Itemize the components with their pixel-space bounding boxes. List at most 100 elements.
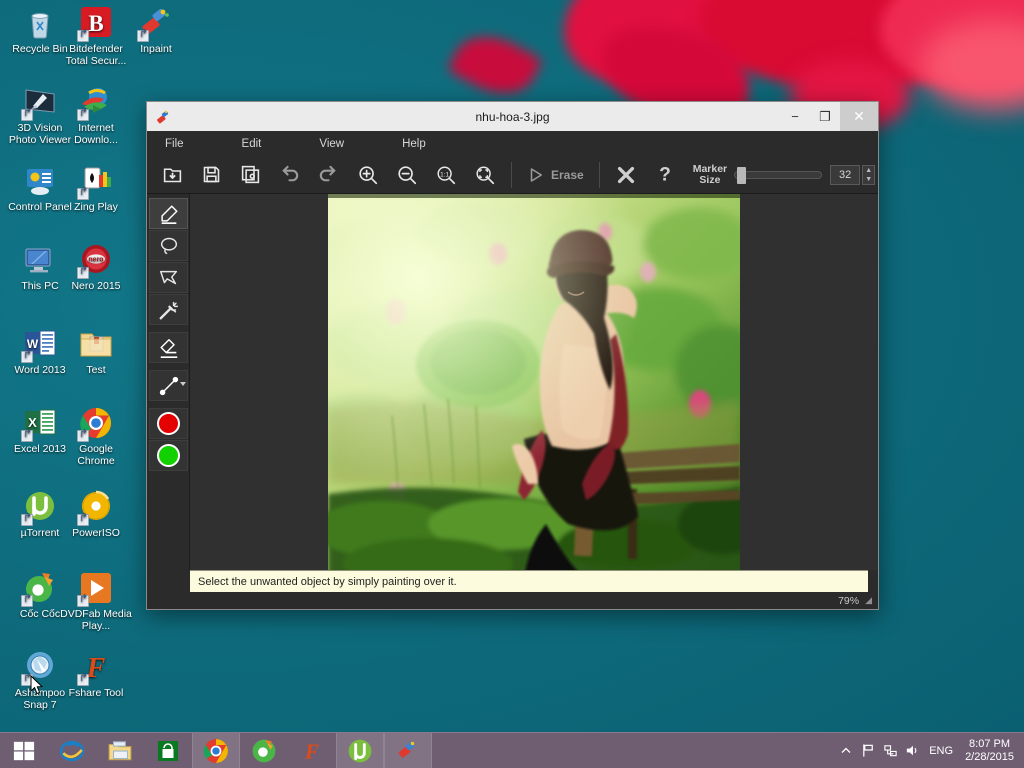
desktop-icon-nero-2015[interactable]: nero Nero 2015 — [60, 243, 132, 293]
desktop-icon-label: PowerISO — [72, 527, 120, 539]
language-indicator[interactable]: ENG — [923, 745, 959, 757]
flag-icon — [862, 744, 873, 757]
line-tool[interactable] — [149, 370, 188, 401]
work-area[interactable] — [147, 194, 878, 570]
svg-text:F: F — [304, 741, 319, 763]
shortcut-overlay-icon — [77, 513, 89, 526]
erase-button-label: Erase — [551, 167, 584, 182]
red-circle-icon — [157, 412, 180, 435]
volume-button[interactable] — [901, 743, 923, 758]
erase-button[interactable]: Erase — [519, 160, 592, 190]
marker-size-input[interactable]: 32 — [830, 164, 861, 185]
polygon-lasso-tool[interactable] — [149, 262, 188, 293]
undo-button[interactable] — [274, 160, 305, 190]
shortcut-overlay-icon — [77, 594, 89, 607]
window-title: nhu-hoa-3.jpg — [475, 109, 550, 124]
marker-size-slider[interactable] — [734, 166, 823, 184]
help-button[interactable]: ? — [650, 160, 681, 190]
marker-size-stepper[interactable]: ▲ ▼ — [862, 164, 876, 185]
save-as-button[interactable] — [235, 160, 266, 190]
desktop-icon-poweriso[interactable]: PowerISO — [60, 490, 132, 540]
desktop-icon-dvdfab-media-player[interactable]: DVDFab Media Play... — [60, 571, 132, 632]
color-swatch-green[interactable] — [149, 440, 188, 471]
open-image-button[interactable] — [157, 160, 188, 190]
zoom-in-button[interactable] — [352, 160, 383, 190]
taskbar-store[interactable] — [144, 733, 192, 768]
taskbar-internet-explorer[interactable] — [48, 733, 96, 768]
utorrent-icon — [348, 739, 372, 762]
action-center-button[interactable] — [857, 743, 879, 758]
start-button[interactable] — [0, 733, 48, 768]
save-image-button[interactable] — [196, 160, 227, 190]
redo-button[interactable] — [313, 160, 344, 190]
green-circle-icon — [157, 444, 180, 467]
eraser-tool[interactable] — [149, 332, 188, 363]
color-swatch-red[interactable] — [149, 408, 188, 439]
play-triangle-icon — [530, 167, 542, 182]
taskbar[interactable]: F ENG 8:07 PM 2/28/2015 — [0, 732, 1024, 768]
photo-lotus-pond[interactable] — [328, 194, 740, 570]
marker-size-label-line2: Size — [699, 173, 721, 186]
utorrent-icon — [21, 490, 57, 526]
system-tray[interactable]: ENG 8:07 PM 2/28/2015 — [835, 733, 1024, 768]
tool-palette[interactable] — [147, 194, 190, 570]
lasso-tool[interactable] — [149, 230, 188, 261]
menu-item-view[interactable]: View — [311, 138, 352, 150]
marker-tool[interactable] — [149, 198, 188, 229]
shortcut-overlay-icon — [77, 266, 89, 279]
desktop-icon-fshare-tool[interactable]: FFshare Tool — [60, 650, 132, 700]
desktop[interactable]: Recycle BinBBitdefender Total Secur...In… — [0, 0, 1024, 768]
network-button[interactable] — [879, 743, 901, 758]
desktop-icon-google-chrome[interactable]: Google Chrome — [60, 406, 132, 467]
menu-item-edit[interactable]: Edit — [234, 138, 270, 150]
desktop-icon-inpaint[interactable]: Inpaint — [120, 6, 192, 56]
maximize-button[interactable]: ❐ — [810, 102, 840, 131]
internet-download-manager-icon — [77, 85, 113, 121]
desktop-icon-label: Nero 2015 — [71, 280, 121, 292]
minimize-button[interactable]: − — [780, 102, 810, 131]
shortcut-overlay-icon — [137, 29, 149, 42]
excel-2013-icon: X — [21, 406, 57, 442]
toolbar[interactable]: 1:1 Erase ? Marker Size 32 ▲ ▼ — [147, 156, 878, 194]
photo-content — [328, 194, 740, 570]
menu-item-help[interactable]: Help — [394, 138, 434, 150]
desktop-icon-internet-download-manager[interactable]: Internet Downlo... — [60, 85, 132, 146]
desktop-icon-test-folder[interactable]: Test — [60, 327, 132, 377]
nero-2015-icon: nero — [77, 243, 113, 279]
inpaint-icon — [137, 6, 173, 42]
clock[interactable]: 8:07 PM 2/28/2015 — [959, 738, 1024, 764]
zoom-out-button[interactable] — [391, 160, 422, 190]
image-canvas[interactable] — [190, 194, 878, 570]
stepper-up-icon[interactable]: ▲ — [865, 167, 872, 174]
inpaint-window[interactable]: nhu-hoa-3.jpg − ❐ ✕ File Edit View Help — [146, 101, 879, 610]
zing-play-icon — [77, 164, 113, 200]
wallpaper-flower-petal — [543, 0, 837, 117]
svg-text:1:1: 1:1 — [440, 171, 449, 178]
taskbar-file-explorer[interactable] — [96, 733, 144, 768]
chevron-down-icon[interactable] — [180, 382, 186, 386]
window-titlebar[interactable]: nhu-hoa-3.jpg − ❐ ✕ — [147, 102, 878, 131]
speaker-icon — [906, 745, 917, 756]
fit-to-window-button[interactable] — [469, 160, 500, 190]
resize-grip[interactable]: ◢ — [865, 595, 872, 606]
desktop-icon-label: Internet Downlo... — [74, 122, 118, 146]
taskbar-coc-coc[interactable] — [240, 733, 288, 768]
menu-item-file[interactable]: File — [157, 138, 192, 150]
window-controls[interactable]: − ❐ ✕ — [780, 102, 878, 131]
close-button[interactable]: ✕ — [840, 102, 878, 131]
taskbar-utorrent[interactable] — [336, 732, 384, 768]
stepper-down-icon[interactable]: ▼ — [865, 176, 872, 183]
clear-selection-button[interactable] — [611, 160, 642, 190]
marker-size-slider-thumb[interactable] — [736, 166, 746, 184]
taskbar-fshare[interactable]: F — [288, 733, 336, 768]
magic-wand-tool[interactable] — [149, 294, 188, 325]
menu-bar[interactable]: File Edit View Help — [147, 131, 878, 156]
actual-size-button[interactable]: 1:1 — [430, 160, 461, 190]
desktop-icon-zing-play[interactable]: Zing Play — [60, 164, 132, 214]
question-mark-icon: ? — [659, 164, 671, 185]
taskbar-inpaint[interactable] — [384, 732, 432, 768]
show-hidden-icons-button[interactable] — [835, 746, 857, 756]
google-chrome-icon — [77, 406, 113, 442]
desktop-icon-label: DVDFab Media Play... — [60, 608, 132, 632]
taskbar-google-chrome[interactable] — [192, 732, 240, 768]
